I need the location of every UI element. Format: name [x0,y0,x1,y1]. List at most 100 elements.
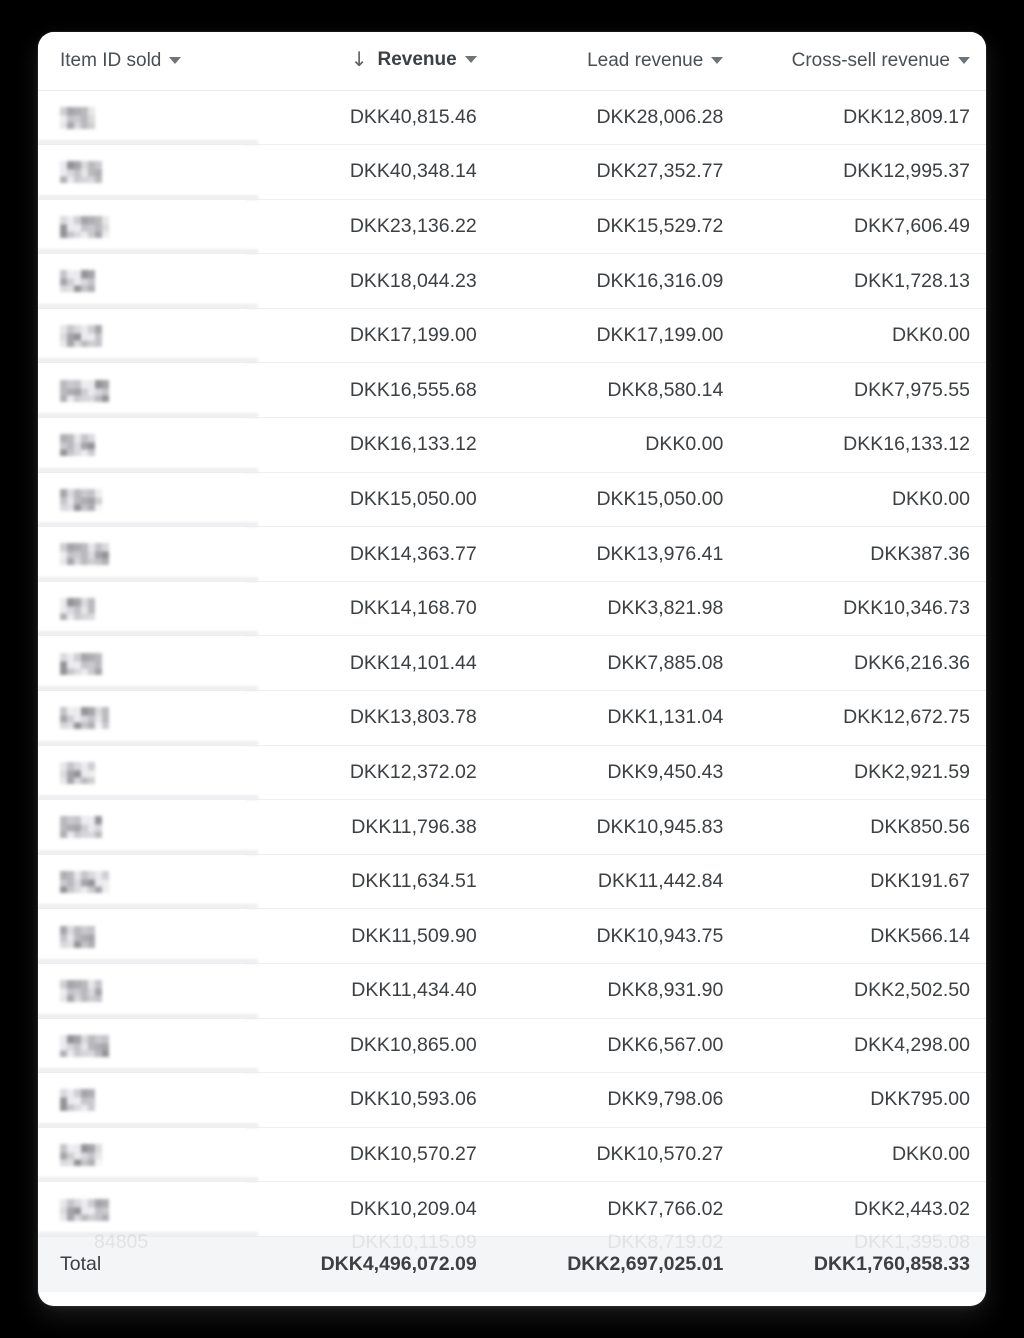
chevron-down-icon[interactable] [711,57,724,65]
cell-item-id [38,253,247,309]
column-header-cross-sell-revenue[interactable]: Cross-sell revenue [739,32,986,91]
table-row[interactable]: DKK13,803.78 DKK1,131.04 DKK12,672.75 [38,690,986,746]
cell-cross-sell-revenue: DKK850.56 [739,799,986,855]
cell-cross-sell-revenue-value: DKK10,346.73 [843,597,970,620]
cell-item-id [38,799,247,855]
redacted-item-id [60,1034,109,1057]
cell-revenue: DKK11,434.40 [246,963,493,1019]
table-row[interactable]: DKK40,815.46 DKK28,006.28 DKK12,809.17 [38,90,986,146]
cell-lead-revenue: DKK10,570.27 [492,1127,740,1183]
table-row[interactable]: DKK10,570.27 DKK10,570.27 DKK0.00 [38,1127,986,1183]
cell-lead-revenue: DKK13,976.41 [492,526,740,582]
cell-revenue: DKK18,044.23 [246,253,493,309]
arrow-down-icon[interactable]: ↓ [351,49,368,69]
cell-cross-sell-revenue-value: DKK0.00 [891,324,970,347]
total-lead-revenue-value: DKK2,697,025.01 [567,1253,724,1276]
cell-cross-sell-revenue-value: DKK795.00 [870,1088,970,1111]
cell-lead-revenue-value: DKK1,131.04 [607,706,724,729]
cell-lead-revenue: DKK6,567.00 [492,1018,740,1074]
column-header-lead-revenue[interactable]: Lead revenue [492,32,740,91]
table-row[interactable]: DKK10,865.00 DKK6,567.00 DKK4,298.00 [38,1018,986,1074]
cell-item-id [38,745,247,801]
cell-cross-sell-revenue-value: DKK12,995.37 [843,160,970,183]
cell-cross-sell-revenue: DKK4,298.00 [739,1018,986,1074]
table-row[interactable]: DKK23,136.22 DKK15,529.72 DKK7,606.49 [38,199,986,255]
cell-revenue: DKK14,101.44 [246,635,493,692]
cell-cross-sell-revenue-value: DKK7,975.55 [853,378,970,401]
cell-revenue: DKK10,865.00 [246,1018,493,1074]
redacted-item-id [60,488,102,511]
table-row[interactable]: DKK11,796.38 DKK10,945.83 DKK850.56 [38,799,986,855]
cell-cross-sell-revenue: DKK12,672.75 [739,690,986,746]
total-cross-sell-revenue-cell: DKK1,395.08 DKK1,760,858.33 [739,1231,986,1293]
cell-revenue-value: DKK16,555.68 [349,378,477,401]
cell-cross-sell-revenue: DKK7,606.49 [739,199,986,255]
column-header-lead-revenue-label: Lead revenue [587,49,704,71]
chevron-down-icon[interactable] [464,56,477,64]
cell-item-id [38,581,247,637]
table-row[interactable]: DKK11,509.90 DKK10,943.75 DKK566.14 [38,908,986,964]
cell-lead-revenue: DKK11,442.84 [492,854,740,910]
cell-cross-sell-revenue: DKK12,995.37 [739,144,986,200]
cell-revenue: DKK11,634.51 [246,854,493,910]
table-row[interactable]: DKK17,199.00 DKK17,199.00 DKK0.00 [38,308,986,364]
total-cross-sell-revenue-value: DKK1,760,858.33 [813,1253,970,1276]
cell-item-id [38,90,247,146]
cell-revenue: DKK40,815.46 [246,90,493,146]
cell-cross-sell-revenue: DKK566.14 [739,908,986,964]
cell-cross-sell-revenue-value: DKK0.00 [891,1143,970,1166]
column-header-item-id[interactable]: Item ID sold [38,32,247,91]
cell-revenue-value: DKK40,348.14 [349,160,477,183]
cell-cross-sell-revenue: DKK387.36 [739,526,986,582]
cell-revenue: DKK12,372.02 [246,745,493,801]
redacted-item-id [60,106,95,129]
chevron-down-icon[interactable] [169,57,182,65]
table-header: Item ID sold ↓ Revenue Lead revenue Cros… [38,32,986,91]
table-row[interactable]: DKK11,634.51 DKK11,442.84 DKK191.67 [38,854,986,910]
cell-revenue: DKK40,348.14 [246,144,493,200]
redacted-item-id [60,543,109,566]
cell-lead-revenue: DKK16,316.09 [492,253,740,309]
table-row[interactable]: DKK12,372.02 DKK9,450.43 DKK2,921.59 [38,745,986,801]
table-row[interactable]: DKK10,593.06 DKK9,798.06 DKK795.00 [38,1072,986,1128]
cell-item-id [38,1127,247,1183]
cell-lead-revenue: DKK8,580.14 [492,362,740,419]
cell-cross-sell-revenue-value: DKK850.56 [870,815,970,838]
redacted-item-id [60,379,109,402]
table-row[interactable]: DKK11,434.40 DKK8,931.90 DKK2,502.50 [38,963,986,1019]
redacted-item-id [60,761,95,784]
table-row[interactable]: DKK40,348.14 DKK27,352.77 DKK12,995.37 [38,144,986,200]
cell-revenue-value: DKK16,133.12 [349,433,477,456]
table-row[interactable]: DKK14,168.70 DKK3,821.98 DKK10,346.73 [38,581,986,637]
cell-lead-revenue-value: DKK8,931.90 [607,979,724,1002]
table-row[interactable]: DKK14,363.77 DKK13,976.41 DKK387.36 [38,526,986,582]
cell-cross-sell-revenue: DKK795.00 [739,1072,986,1128]
cell-revenue-value: DKK14,168.70 [349,597,477,620]
cell-cross-sell-revenue-value: DKK16,133.12 [843,433,970,456]
redacted-item-id [60,325,102,348]
cell-cross-sell-revenue: DKK16,133.12 [739,417,986,473]
table-row[interactable]: DKK16,133.12 DKK0.00 DKK16,133.12 [38,417,986,473]
cell-item-id [38,308,247,364]
cell-lead-revenue-value: DKK11,442.84 [597,870,724,893]
cell-revenue: DKK13,803.78 [246,690,493,746]
chevron-down-icon[interactable] [958,57,970,65]
cell-lead-revenue: DKK0.00 [492,417,740,473]
total-revenue-cell: DKK10,115.09 DKK4,496,072.09 [246,1231,493,1293]
cell-revenue: DKK14,363.77 [246,526,493,582]
revenue-table: Item ID sold ↓ Revenue Lead revenue Cros… [38,32,986,1293]
cell-lead-revenue-value: DKK7,885.08 [607,651,724,674]
cell-revenue-value: DKK11,509.90 [351,924,477,947]
cell-lead-revenue: DKK27,352.77 [492,144,740,200]
cell-lead-revenue-value: DKK27,352.77 [596,160,724,183]
cell-lead-revenue: DKK8,931.90 [492,963,740,1019]
table-row[interactable]: DKK18,044.23 DKK16,316.09 DKK1,728.13 [38,253,986,309]
cell-lead-revenue-value: DKK10,945.83 [596,815,724,838]
table-row[interactable]: DKK14,101.44 DKK7,885.08 DKK6,216.36 [38,635,986,692]
cell-lead-revenue-value: DKK8,580.14 [607,378,724,401]
table-row[interactable]: DKK10,209.04 DKK7,766.02 DKK2,443.02 [38,1181,986,1237]
column-header-revenue[interactable]: ↓ Revenue [246,32,493,91]
cell-cross-sell-revenue-value: DKK2,921.59 [853,760,970,783]
table-row[interactable]: DKK16,555.68 DKK8,580.14 DKK7,975.55 [38,362,986,419]
table-row[interactable]: DKK15,050.00 DKK15,050.00 DKK0.00 [38,472,986,528]
